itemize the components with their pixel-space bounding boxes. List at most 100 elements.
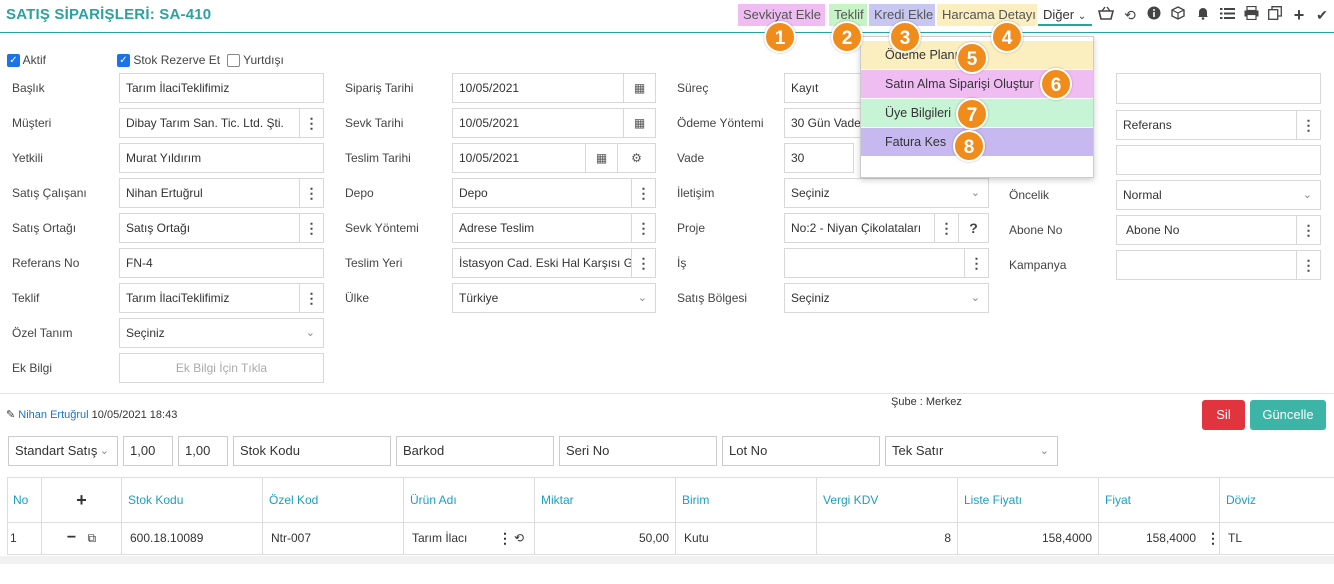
stok-kodu-input[interactable]: Stok Kodu: [233, 436, 391, 466]
more-vertical-icon[interactable]: ⋮: [965, 248, 989, 278]
barkod-input[interactable]: Barkod: [396, 436, 554, 466]
record-user-link[interactable]: Nihan Ertuğrul: [18, 409, 88, 421]
is-input[interactable]: [784, 248, 965, 278]
more-vertical-icon[interactable]: ⋮: [300, 108, 324, 138]
iletisim-select[interactable]: Seçiniz ⌄: [784, 178, 989, 208]
depo-input[interactable]: Depo: [452, 178, 632, 208]
add-row-button[interactable]: +: [42, 478, 122, 522]
referans-input[interactable]: Referans: [1116, 110, 1297, 140]
basket-icon[interactable]: [1097, 6, 1115, 24]
guncelle-button[interactable]: Güncelle: [1250, 400, 1326, 430]
satis-ortagi-input[interactable]: Satış Ortağı: [119, 213, 300, 243]
sevk-tarihi-input[interactable]: 10/05/2021: [452, 108, 624, 138]
horizontal-scrollbar[interactable]: [0, 556, 1334, 564]
teslim-tarihi-input[interactable]: 10/05/2021: [452, 143, 586, 173]
table-cell-fiyat[interactable]: 158,4000: [1099, 522, 1202, 554]
satis-tipi-select[interactable]: Standart Satış ⌄: [8, 436, 118, 466]
history-icon[interactable]: ⟲: [514, 522, 524, 554]
satis-ortagi-label: Satış Ortağı: [12, 221, 77, 235]
vade-input[interactable]: 30: [784, 143, 854, 173]
table-cell-vergi-kdv[interactable]: 8: [817, 522, 958, 554]
table-cell-birim[interactable]: Kutu: [676, 522, 817, 554]
yetkili-input[interactable]: Murat Yıldırım: [119, 143, 324, 173]
remove-row-icon[interactable]: −: [67, 529, 76, 546]
satis-bolgesi-select[interactable]: Seçiniz ⌄: [784, 283, 989, 313]
table-cell-ozel-kod[interactable]: Ntr-007: [263, 522, 404, 554]
add-icon[interactable]: +: [1290, 6, 1308, 24]
calendar-icon[interactable]: ▦: [624, 73, 656, 103]
ozel-tanim-select[interactable]: Seçiniz ⌄: [119, 318, 324, 348]
table-cell-doviz[interactable]: TL: [1220, 522, 1334, 554]
list-icon[interactable]: [1218, 6, 1236, 24]
more-vertical-icon[interactable]: ⋮: [300, 178, 324, 208]
table-cell-stok-kodu[interactable]: 600.18.10089: [122, 522, 263, 554]
more-vertical-icon[interactable]: ⋮: [1297, 110, 1321, 140]
checkbox-checked-icon: ✓: [7, 54, 20, 68]
yurtdisi-checkbox[interactable]: Yurtdışı: [227, 53, 284, 68]
table-cell-liste-fiyati[interactable]: 158,4000: [958, 522, 1099, 554]
seri-no-input[interactable]: Seri No: [559, 436, 717, 466]
baslik-input[interactable]: Tarım İlaciTeklifimiz: [119, 73, 324, 103]
lot-no-input[interactable]: Lot No: [722, 436, 880, 466]
bell-icon[interactable]: [1194, 6, 1212, 24]
print-icon[interactable]: [1242, 5, 1260, 24]
yurtdisi-label: Yurtdışı: [243, 53, 284, 67]
surec-select[interactable]: Kayıt: [784, 73, 862, 103]
more-vertical-icon[interactable]: ⋮: [1297, 215, 1321, 245]
table-cell-miktar[interactable]: 50,00: [535, 522, 676, 554]
abone-no-input[interactable]: Abone No: [1116, 215, 1297, 245]
calendar-icon[interactable]: ▦: [586, 143, 618, 173]
more-vertical-icon[interactable]: ⋮: [632, 248, 656, 278]
info-icon[interactable]: [1145, 6, 1163, 24]
table-cell-urun-adi[interactable]: Tarım İlacı ⋮ ⟲: [404, 522, 535, 554]
aciklama-textarea[interactable]: [1116, 73, 1321, 104]
history-icon[interactable]: ⟲: [1121, 6, 1139, 24]
siparis-tarihi-label: Sipariş Tarihi: [345, 81, 414, 95]
stok-rezerve-checkbox[interactable]: ✓ Stok Rezerve Et: [117, 53, 220, 68]
more-vertical-icon[interactable]: ⋮: [632, 178, 656, 208]
satir-select[interactable]: Tek Satır ⌄: [885, 436, 1058, 466]
more-vertical-icon[interactable]: ⋮: [1297, 250, 1321, 280]
more-vertical-icon[interactable]: ⋮: [1202, 522, 1220, 554]
box-icon[interactable]: [1169, 6, 1187, 24]
satis-bolgesi-value: Seçiniz: [791, 291, 830, 305]
annotation-badge: 7: [956, 98, 988, 130]
siparis-tarihi-input[interactable]: 10/05/2021: [452, 73, 624, 103]
odeme-yontemi-input[interactable]: 30 Gün Vade: [784, 108, 862, 138]
col-header-liste-fiyati: Liste Fiyatı: [958, 478, 1099, 522]
empty-input[interactable]: [1116, 145, 1321, 175]
annotation-badge: 4: [991, 21, 1023, 53]
musteri-input[interactable]: Dibay Tarım San. Tic. Ltd. Şti.: [119, 108, 300, 138]
gears-icon[interactable]: ⚙: [618, 143, 656, 173]
help-icon[interactable]: ?: [959, 213, 989, 243]
proje-input[interactable]: No:2 - Niyan Çikolataları: [784, 213, 935, 243]
harcama-detayi-button[interactable]: Harcama Detayı: [937, 4, 1037, 26]
diger-dropdown-button[interactable]: Diğer ⌄: [1038, 4, 1092, 26]
sevk-yontemi-input[interactable]: Adrese Teslim: [452, 213, 632, 243]
musteri-label: Müşteri: [12, 116, 52, 130]
sil-button[interactable]: Sil: [1202, 400, 1245, 430]
aktif-checkbox[interactable]: ✓ Aktif: [7, 53, 46, 68]
teklif-input[interactable]: Tarım İlaciTeklifimiz: [119, 283, 300, 313]
oncelik-select[interactable]: Normal ⌄: [1116, 180, 1321, 210]
check-icon[interactable]: ✔: [1313, 6, 1331, 24]
more-vertical-icon[interactable]: ⋮: [632, 213, 656, 243]
ek-bilgi-button[interactable]: Ek Bilgi İçin Tıkla: [119, 353, 324, 383]
ulke-select[interactable]: Türkiye ⌄: [452, 283, 656, 313]
more-vertical-icon[interactable]: ⋮: [935, 213, 959, 243]
satis-calisani-input[interactable]: Nihan Ertuğrul: [119, 178, 300, 208]
table-cell-no: 1: [7, 522, 42, 554]
copy-row-icon[interactable]: ⧉: [88, 531, 97, 545]
teslim-yeri-input[interactable]: İstasyon Cad. Eski Hal Karşısı G: [452, 248, 632, 278]
more-vertical-icon[interactable]: ⋮: [300, 213, 324, 243]
more-vertical-icon[interactable]: ⋮: [498, 522, 512, 554]
miktar2-input[interactable]: 1,00: [178, 436, 228, 466]
miktar1-input[interactable]: 1,00: [123, 436, 173, 466]
calendar-icon[interactable]: ▦: [624, 108, 656, 138]
more-vertical-icon[interactable]: ⋮: [300, 283, 324, 313]
kampanya-input[interactable]: [1116, 250, 1297, 280]
annotation-badge: 3: [889, 21, 921, 53]
copy-icon[interactable]: [1266, 6, 1284, 24]
sevk-yontemi-label: Sevk Yöntemi: [345, 221, 419, 235]
referans-no-input[interactable]: FN-4: [119, 248, 324, 278]
